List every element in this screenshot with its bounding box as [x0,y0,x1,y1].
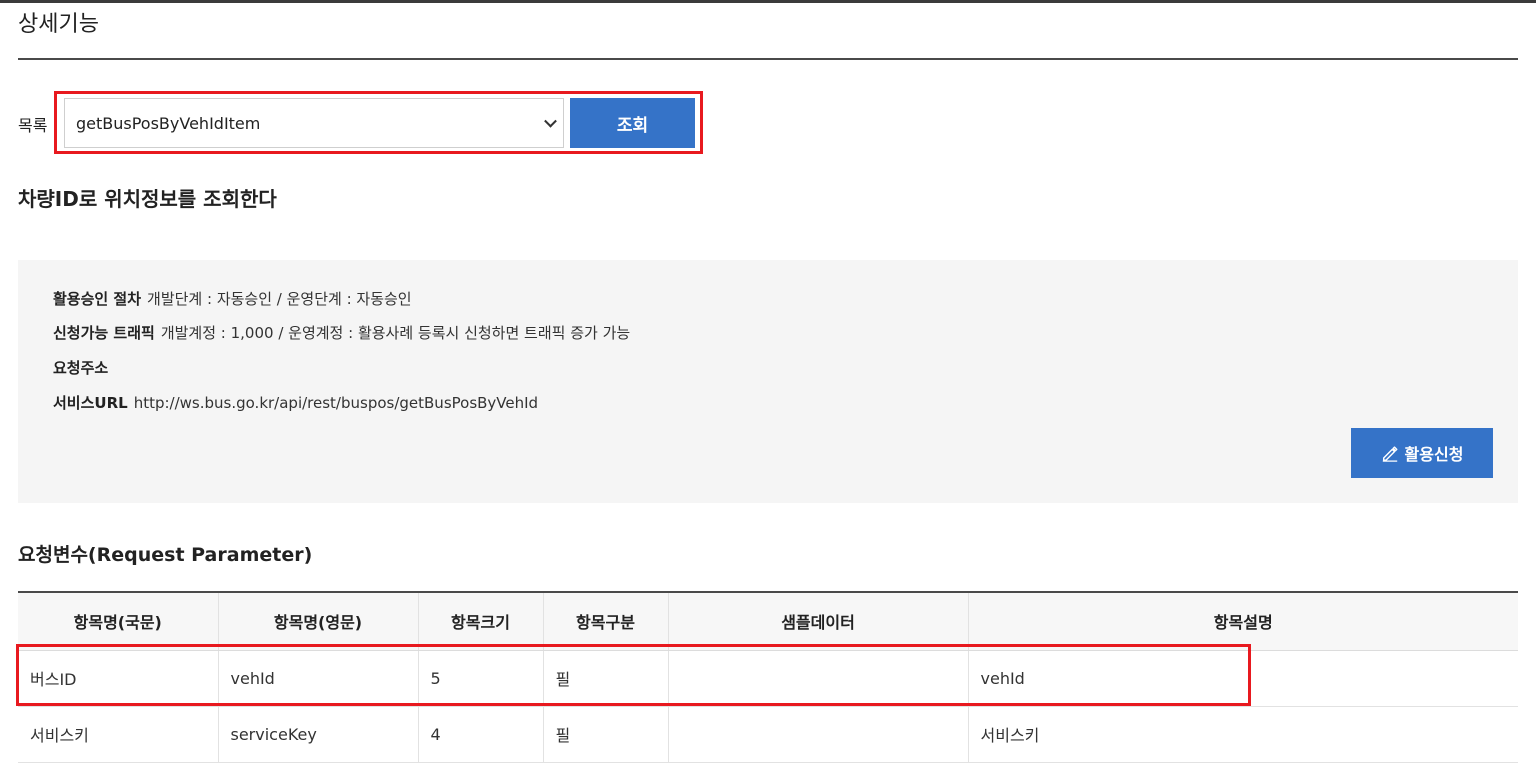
info-panel: 활용승인 절차 개발단계 : 자동승인 / 운영단계 : 자동승인 신청가능 트래… [18,260,1518,503]
traffic-label: 신청가능 트래픽 [53,324,155,342]
traffic-line: 신청가능 트래픽 개발계정 : 1,000 / 운영계정 : 활용사례 등록시 신… [53,322,630,343]
request-address-line: 요청주소 [53,357,114,378]
column-header: 항목명(영문) [218,591,419,651]
pencil-icon [1382,446,1398,462]
table-cell: 필 [543,650,669,707]
operation-select[interactable]: getBusPosByVehIdItem [64,98,564,148]
service-url-line: 서비스URL http://ws.bus.go.kr/api/rest/buspo… [53,392,538,413]
table-cell: 서비스키 [968,706,1518,763]
table-cell: 서비스키 [18,706,219,763]
column-header: 샘플데이터 [668,591,969,651]
traffic-value: 개발계정 : 1,000 / 운영계정 : 활용사례 등록시 신청하면 트래픽 … [160,324,631,342]
table-row: 서비스키 serviceKey 4 필 서비스키 [18,706,1518,763]
top-border [0,0,1536,3]
apply-button-label: 활용신청 [1404,445,1464,464]
request-params-table: 항목명(국문) 항목명(영문) 항목크기 항목구분 샘플데이터 항목설명 버스I… [18,591,1518,763]
table-cell: vehId [218,650,419,707]
column-header: 항목크기 [418,591,544,651]
table-cell: 4 [418,706,544,763]
table-cell: 5 [418,650,544,707]
query-button[interactable]: 조회 [570,98,695,148]
column-header: 항목명(국문) [18,591,219,651]
apply-button[interactable]: 활용신청 [1351,428,1493,478]
operation-description: 차량ID로 위치정보를 조회한다 [18,187,277,211]
section-title: 상세기능 [18,12,99,37]
table-cell: 필 [543,706,669,763]
approval-value: 개발단계 : 자동승인 / 운영단계 : 자동승인 [147,290,412,308]
service-url-label: 서비스URL [53,394,128,412]
operation-list-label: 목록 [18,116,48,135]
chevron-down-icon [544,114,557,128]
section-divider [18,58,1518,60]
table-cell: vehId [968,650,1518,707]
table-cell: serviceKey [218,706,419,763]
service-url-value: http://ws.bus.go.kr/api/rest/buspos/getB… [133,394,539,412]
table-cell [668,706,969,763]
request-address-label: 요청주소 [53,359,109,377]
request-params-title: 요청변수(Request Parameter) [18,544,313,566]
approval-label: 활용승인 절차 [53,290,142,308]
column-header: 항목설명 [968,591,1518,651]
table-cell: 버스ID [18,650,219,707]
table-cell [668,650,969,707]
operation-select-value: getBusPosByVehIdItem [76,113,261,133]
table-row: 버스ID vehId 5 필 vehId [18,650,1518,707]
table-header-row: 항목명(국문) 항목명(영문) 항목크기 항목구분 샘플데이터 항목설명 [18,591,1518,651]
approval-line: 활용승인 절차 개발단계 : 자동승인 / 운영단계 : 자동승인 [53,288,412,309]
column-header: 항목구분 [543,591,669,651]
